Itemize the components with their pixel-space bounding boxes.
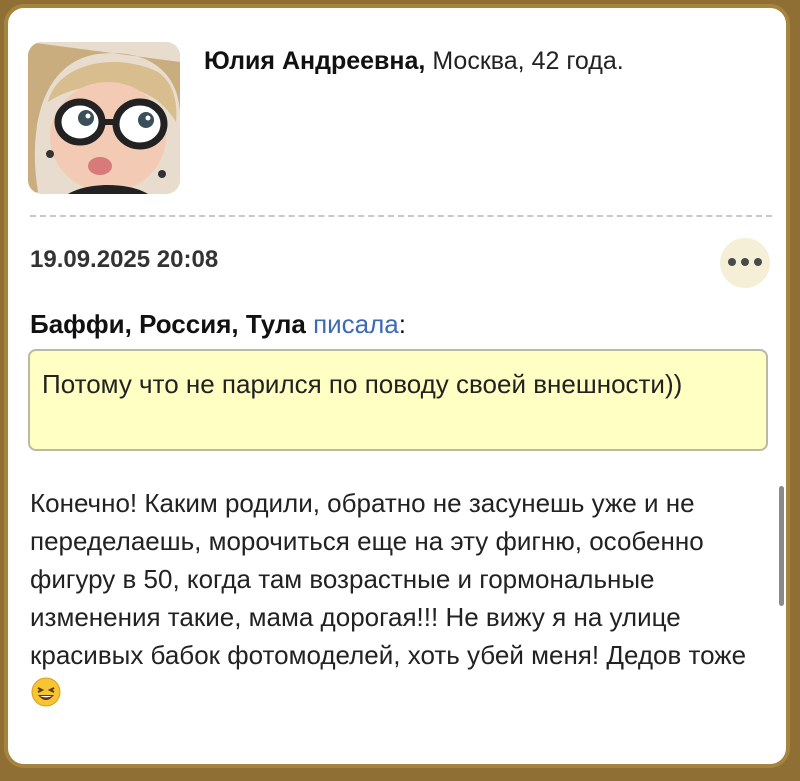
author-line: Юлия Андреевна, Москва, 42 года. (204, 44, 624, 78)
author-location: Москва, 42 года. (432, 47, 624, 75)
quote-author[interactable]: Баффи, Россия, Тула (30, 309, 306, 339)
scrollbar[interactable] (779, 486, 784, 606)
laughing-face-icon (30, 677, 64, 717)
quote-text: Потому что не парился по поводу своей вн… (42, 369, 683, 399)
avatar[interactable] (28, 42, 180, 194)
post-timestamp: 19.09.2025 20:08 (30, 246, 219, 273)
divider (30, 215, 772, 217)
quote-block: Потому что не парился по поводу своей вн… (28, 349, 768, 451)
quote-colon: : (398, 309, 406, 339)
quote-source-link[interactable]: писала (313, 309, 399, 339)
reply-text: Конечно! Каким родили, обратно не засуне… (30, 488, 747, 670)
quote-header: Баффи, Россия, Тула писала: (30, 307, 406, 341)
comment-card: Юлия Андреевна, Москва, 42 года. 19.09.2… (4, 4, 790, 768)
more-options-button[interactable] (720, 238, 770, 288)
author-name[interactable]: Юлия Андреевна, (204, 47, 425, 75)
more-dots-icon (727, 254, 763, 272)
reply-body: Конечно! Каким родили, обратно не засуне… (30, 484, 756, 717)
